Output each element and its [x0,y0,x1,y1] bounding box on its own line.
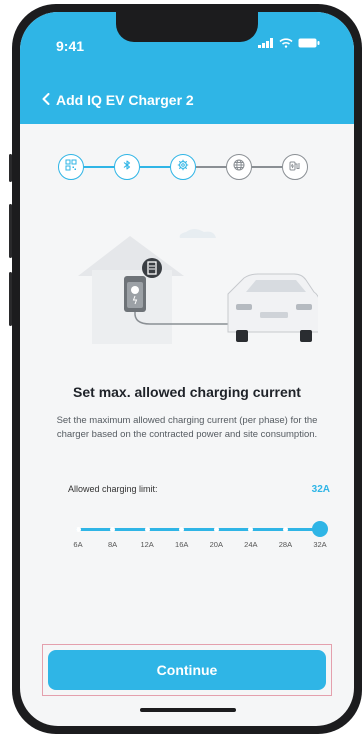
slider-tick [144,527,150,532]
step-charger [282,154,308,180]
status-time: 9:41 [56,38,85,54]
slider-tick-label: 20A [209,540,223,549]
step-qr-code [58,154,84,180]
slider-tick-label: 12A [140,540,154,549]
wifi-icon [279,37,293,51]
slider-tick-label: 24A [244,540,258,549]
chevron-left-icon [42,92,50,108]
home-indicator [140,708,236,712]
step-connector [140,166,170,168]
slider-thumb[interactable] [312,521,328,537]
volume-down-button [9,272,12,326]
charging-limit-label: Allowed charging limit: [68,484,158,494]
phone-frame: 9:41 Add IQ EV Charger 2 Set max. allowe… [9,4,362,734]
charger-house-illustration [68,220,321,350]
app-header: 9:41 Add IQ EV Charger 2 [20,12,354,124]
battery-icon [298,37,320,51]
screen: 9:41 Add IQ EV Charger 2 Set max. allowe… [20,12,354,726]
setup-stepper [58,154,320,182]
bluetooth-icon [121,158,133,176]
slider-tick-label: 28A [278,540,293,549]
step-connector [84,166,114,168]
charging-limit-row: Allowed charging limit: 32A [68,484,330,495]
slider-tick [179,527,185,532]
page-title: Set max. allowed charging current [73,384,301,400]
step-bluetooth [114,154,140,180]
signal-icon [258,37,274,51]
page-description: Set the maximum allowed charging current… [56,415,318,440]
step-settings [170,154,196,180]
volume-up-button [9,204,12,258]
slider-tick [248,527,254,532]
step-network [226,154,252,180]
slider-tick-label: 6A [73,540,83,549]
slider-tick-labels: 6A 8A 12A 16A 20A 24A 28A 32A [68,540,330,554]
continue-button[interactable]: Continue [48,650,326,690]
slider-tick-label: 32A [313,540,327,549]
back-button[interactable]: Add IQ EV Charger 2 [42,92,194,108]
qr-code-icon [65,158,77,176]
step-connector [252,166,282,168]
slider-tick-label: 8A [107,540,118,549]
charging-limit-slider[interactable] [68,518,330,542]
slider-tick [75,527,81,532]
header-title: Add IQ EV Charger 2 [56,92,194,108]
slider-tick [282,527,288,532]
globe-icon [233,158,245,176]
settings-icon [177,158,189,176]
step-connector [196,166,226,168]
slider-tick-label: 16A [175,540,189,549]
notch [116,12,258,42]
slider-tick [110,527,116,532]
status-icons [258,37,320,51]
ev-charging-icon [289,158,301,176]
slider-tick [213,527,219,532]
charging-limit-value: 32A [311,484,330,495]
mute-switch [9,154,12,182]
